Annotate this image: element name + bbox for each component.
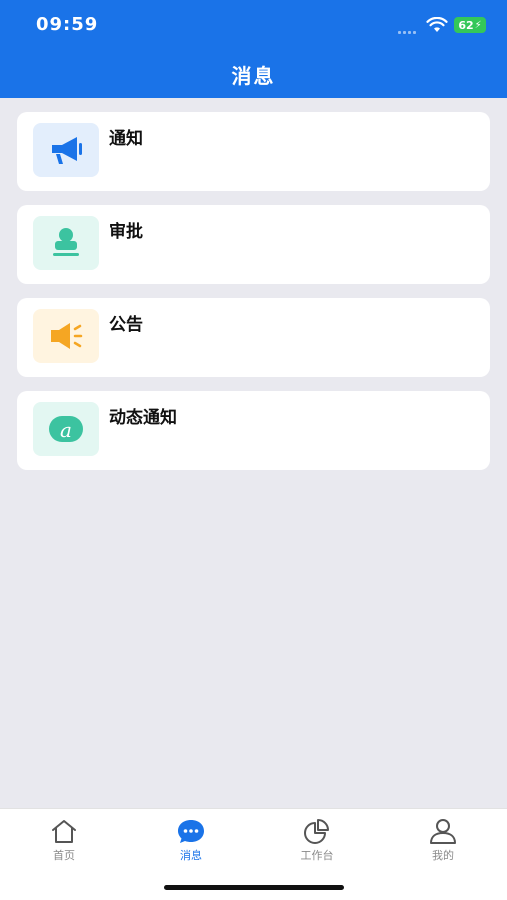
- message-item-approval[interactable]: 审批: [17, 205, 490, 284]
- message-list: 通知 审批 公告 a 动态通知: [17, 112, 490, 484]
- home-icon: [52, 820, 76, 843]
- approval-icon-wrapper: [33, 216, 99, 270]
- message-item-label: 公告: [109, 315, 143, 335]
- page-title: 消息: [231, 64, 276, 88]
- megaphone-icon: [52, 137, 82, 164]
- message-item-notice[interactable]: 通知: [17, 112, 490, 191]
- svg-text:a: a: [60, 418, 72, 442]
- charging-bolt-icon: ⚡: [474, 19, 482, 31]
- battery-level: 62: [458, 18, 474, 32]
- activity-icon-wrapper: a: [33, 402, 99, 456]
- status-bar: 09:59 62 ⚡: [0, 0, 507, 50]
- chat-bubble-icon: [178, 820, 204, 843]
- tab-workbench[interactable]: 工作台: [277, 817, 357, 863]
- tab-home[interactable]: 首页: [24, 817, 104, 863]
- message-item-activity[interactable]: a 动态通知: [17, 391, 490, 470]
- stamp-icon: [53, 228, 79, 256]
- cellular-signal-icon: [398, 28, 420, 34]
- person-icon: [430, 819, 456, 844]
- battery-indicator: 62 ⚡: [454, 17, 486, 33]
- announcement-icon-wrapper: [33, 309, 99, 363]
- app-header: 09:59 62 ⚡ 消息: [0, 0, 507, 98]
- wifi-icon: [426, 17, 448, 32]
- message-item-label: 动态通知: [109, 408, 177, 428]
- tab-label: 工作台: [300, 849, 334, 862]
- at-icon: a: [49, 416, 83, 442]
- tab-label: 我的: [432, 849, 454, 862]
- notice-icon-wrapper: [33, 123, 99, 177]
- pie-chart-icon: [304, 819, 329, 844]
- message-item-label: 审批: [109, 222, 143, 242]
- message-item-label: 通知: [109, 129, 143, 149]
- status-time: 09:59: [36, 14, 99, 35]
- message-item-announcement[interactable]: 公告: [17, 298, 490, 377]
- tab-label: 消息: [180, 849, 202, 862]
- tab-profile[interactable]: 我的: [403, 817, 483, 863]
- tab-label: 首页: [53, 849, 75, 862]
- tab-messages[interactable]: 消息: [151, 817, 231, 863]
- speaker-icon: [51, 323, 83, 349]
- home-indicator: [164, 885, 344, 890]
